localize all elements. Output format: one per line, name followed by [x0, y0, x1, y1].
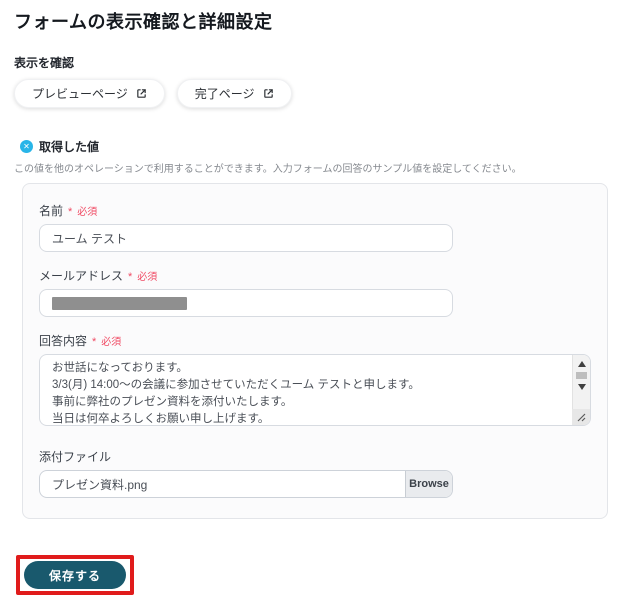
- required-text: 必須: [137, 272, 158, 283]
- values-section-description: この値を他のオペレーションで利用することができます。入力フォームの回答のサンプル…: [14, 164, 522, 175]
- message-field: 回答内容 * 必須 お世話になっております。 3/3(月) 14:00〜の会議に…: [39, 332, 591, 426]
- click-highlight-annotation: 保存する: [16, 555, 135, 595]
- attachment-file-name: プレゼン資料.png: [52, 477, 148, 492]
- page: フォームの表示確認と詳細設定 表示を確認 プレビューページ 完了ページ ✕ 取得…: [0, 0, 631, 595]
- attachment-label-row: 添付ファイル: [39, 448, 591, 465]
- name-label: 名前: [39, 204, 64, 218]
- required-mark: *: [68, 206, 73, 218]
- attachment-label: 添付ファイル: [39, 450, 112, 464]
- scrollbar-thumb[interactable]: [576, 372, 587, 379]
- name-input-value: ユーム テスト: [52, 231, 127, 246]
- name-field: 名前 * 必須 ユーム テスト: [39, 202, 591, 252]
- preview-button-row: プレビューページ 完了ページ: [14, 79, 617, 108]
- values-section-header: ✕ 取得した値: [20, 138, 617, 155]
- resize-grip[interactable]: [572, 409, 590, 425]
- external-link-icon: [263, 88, 274, 99]
- preview-page-button[interactable]: プレビューページ: [14, 79, 165, 108]
- attachment-file-input[interactable]: プレゼン資料.png: [40, 471, 405, 497]
- message-line: 3/3(月) 14:00〜の会議に参加させていただくユーム テストと申します。: [52, 379, 420, 391]
- value-badge-icon: ✕: [20, 140, 33, 153]
- redacted-value-bar: [52, 296, 187, 310]
- browse-button[interactable]: Browse: [405, 471, 452, 497]
- message-textarea[interactable]: お世話になっております。 3/3(月) 14:00〜の会議に参加させていただくユ…: [39, 354, 591, 426]
- attachment-field: 添付ファイル プレゼン資料.png Browse: [39, 448, 591, 498]
- scroll-down-icon[interactable]: [577, 384, 586, 390]
- message-line: お世話になっております。: [52, 362, 188, 374]
- required-text: 必須: [101, 337, 122, 348]
- message-label-row: 回答内容 * 必須: [39, 332, 591, 349]
- required-mark: *: [128, 271, 133, 283]
- message-line: 当日は何卒よろしくお願い申し上げます。: [52, 413, 270, 425]
- attachment-input-group: プレゼン資料.png Browse: [39, 470, 453, 498]
- external-link-icon: [136, 88, 147, 99]
- name-label-row: 名前 * 必須: [39, 202, 591, 219]
- sample-values-card: 名前 * 必須 ユーム テスト メールアドレス * 必須 回答内容 * 必須 お…: [22, 183, 608, 519]
- preview-page-button-label: プレビューページ: [32, 87, 128, 101]
- required-mark: *: [92, 336, 97, 348]
- done-page-button[interactable]: 完了ページ: [176, 79, 292, 108]
- message-textarea-content: お世話になっております。 3/3(月) 14:00〜の会議に参加させていただくユ…: [40, 355, 590, 425]
- page-title: フォームの表示確認と詳細設定: [14, 12, 273, 32]
- required-text: 必須: [77, 207, 98, 218]
- done-page-button-label: 完了ページ: [194, 87, 255, 101]
- email-label-row: メールアドレス * 必須: [39, 267, 591, 284]
- save-button[interactable]: 保存する: [24, 561, 127, 589]
- name-input[interactable]: ユーム テスト: [39, 224, 453, 252]
- scroll-up-icon[interactable]: [577, 361, 586, 367]
- email-field: メールアドレス * 必須: [39, 267, 591, 317]
- message-line: 事前に弊社のプレゼン資料を添付いたします。: [52, 396, 293, 408]
- message-label: 回答内容: [39, 334, 88, 348]
- preview-section-heading: 表示を確認: [14, 56, 75, 70]
- values-section-title: 取得した値: [39, 140, 100, 154]
- email-input[interactable]: [39, 289, 453, 317]
- email-label: メールアドレス: [39, 269, 124, 283]
